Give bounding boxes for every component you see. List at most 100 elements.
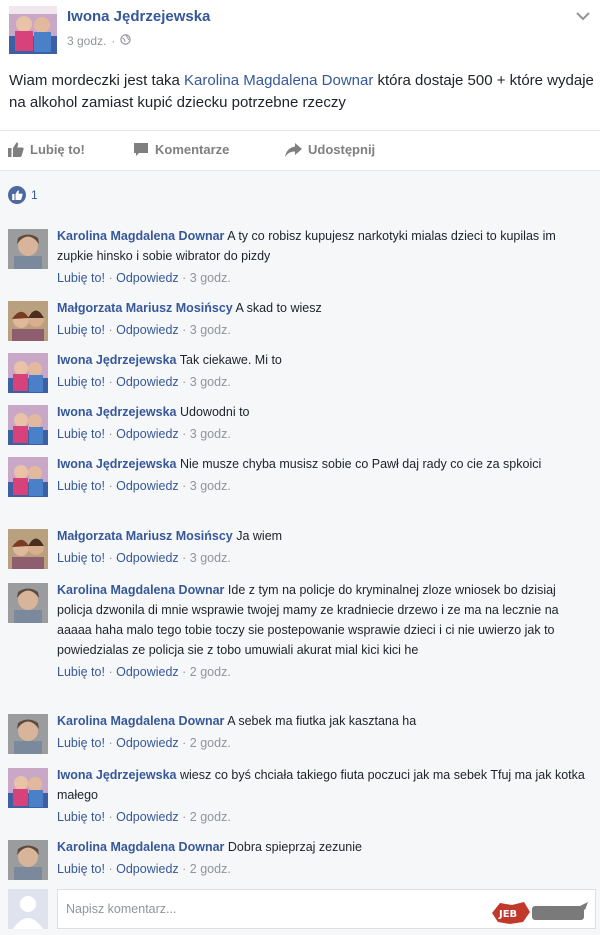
- comment-avatar[interactable]: [8, 457, 48, 497]
- post-time[interactable]: 3 godz.: [67, 34, 106, 48]
- comment-like-link[interactable]: Lubię to!: [57, 271, 105, 285]
- share-button[interactable]: Udostępnij: [285, 142, 375, 157]
- comment-author[interactable]: Iwona Jędrzejewska: [57, 768, 177, 782]
- comment-like-link[interactable]: Lubię to!: [57, 375, 105, 389]
- comment-avatar[interactable]: [8, 353, 48, 393]
- thumbs-up-icon: [8, 142, 24, 157]
- comment-body: Iwona Jędrzejewska Udowodni to Lubię to!…: [57, 402, 587, 444]
- comment-avatar[interactable]: [8, 714, 48, 754]
- comment-reply-link[interactable]: Odpowiedz: [116, 736, 179, 750]
- comment-reply-link[interactable]: Odpowiedz: [116, 810, 179, 824]
- watermark-logo-text: JEB: [498, 909, 517, 920]
- comment-like-link[interactable]: Lubię to!: [57, 810, 105, 824]
- comment-like-link[interactable]: Lubię to!: [57, 323, 105, 337]
- comment-reply-link[interactable]: Odpowiedz: [116, 665, 179, 679]
- like-label: Lubię to!: [30, 142, 85, 157]
- comment-meta: Lubię to! · Odpowiedz · 3 godz.: [57, 551, 231, 565]
- comment-meta: Lubię to! · Odpowiedz · 2 godz.: [57, 810, 231, 824]
- comment-body: Iwona Jędrzejewska Nie musze chyba musis…: [57, 454, 587, 496]
- comment-avatar[interactable]: [8, 529, 48, 569]
- dot-separator: ·: [111, 34, 116, 48]
- comment-avatar[interactable]: [8, 840, 48, 880]
- comment-time[interactable]: 3 godz.: [190, 375, 231, 389]
- comment-text: A skad to wiesz: [235, 301, 322, 315]
- comment-text: Nie musze chyba musisz sobie co Pawł daj…: [180, 457, 542, 471]
- comment-reply-link[interactable]: Odpowiedz: [116, 427, 179, 441]
- comment-text: Udowodni to: [180, 405, 250, 419]
- comment-meta: Lubię to! · Odpowiedz · 3 godz.: [57, 479, 231, 493]
- comment-body: Karolina Magdalena Downar A ty co robisz…: [57, 226, 587, 288]
- comment-meta: Lubię to! · Odpowiedz · 2 godz.: [57, 736, 231, 750]
- comment-time[interactable]: 3 godz.: [190, 479, 231, 493]
- post-options-chevron-icon[interactable]: [576, 8, 590, 21]
- comment-body: Karolina Magdalena Downar Dobra spieprza…: [57, 837, 587, 879]
- comment-time[interactable]: 3 godz.: [190, 271, 231, 285]
- comment-author[interactable]: Iwona Jędrzejewska: [57, 457, 177, 471]
- comment-reply-link[interactable]: Odpowiedz: [116, 479, 179, 493]
- comment-time[interactable]: 2 godz.: [190, 736, 231, 750]
- comment-author[interactable]: Karolina Magdalena Downar: [57, 229, 224, 243]
- comment-time[interactable]: 3 godz.: [190, 551, 231, 565]
- like-button[interactable]: Lubię to!: [8, 142, 85, 157]
- comment-time[interactable]: 3 godz.: [190, 427, 231, 441]
- comment-time[interactable]: 2 godz.: [190, 810, 231, 824]
- comment-meta: Lubię to! · Odpowiedz · 3 godz.: [57, 427, 231, 441]
- comment-avatar[interactable]: [8, 301, 48, 341]
- post-author-name[interactable]: Iwona Jędrzejewska: [67, 8, 210, 25]
- comment-reply-link[interactable]: Odpowiedz: [116, 551, 179, 565]
- comment-reply-link[interactable]: Odpowiedz: [116, 375, 179, 389]
- comment-like-link[interactable]: Lubię to!: [57, 862, 105, 876]
- comment-meta: Lubię to! · Odpowiedz · 2 godz.: [57, 665, 231, 679]
- comment-meta: Lubię to! · Odpowiedz · 3 godz.: [57, 375, 231, 389]
- share-label: Udostępnij: [308, 142, 376, 157]
- like-reaction-icon: [8, 186, 26, 204]
- post: Iwona Jędrzejewska 3 godz. · Wiam mordec…: [0, 0, 600, 157]
- comment-text: Tak ciekawe. Mi to: [179, 353, 282, 367]
- reactions-count: 1: [31, 188, 38, 202]
- post-meta: 3 godz. ·: [67, 34, 132, 48]
- post-header: Iwona Jędrzejewska 3 godz. ·: [0, 0, 600, 62]
- post-mention-link[interactable]: Karolina Magdalena Downar: [184, 72, 373, 89]
- globe-icon[interactable]: [120, 34, 132, 48]
- comment-body: Iwona Jędrzejewska Tak ciekawe. Mi to Lu…: [57, 350, 587, 392]
- comments-section: 1 Karolina Magdalena Downar A ty co robi…: [0, 170, 600, 935]
- comment-author[interactable]: Karolina Magdalena Downar: [57, 714, 224, 728]
- comment-body: Małgorzata Mariusz Mosińscy A skad to wi…: [57, 298, 587, 340]
- comment-text: Ja wiem: [236, 529, 283, 543]
- comment-avatar[interactable]: [8, 768, 48, 808]
- comment-text: A sebek ma fiutka jak kasztana ha: [227, 714, 417, 728]
- comment-author[interactable]: Karolina Magdalena Downar: [57, 840, 224, 854]
- site-watermark: JEB: [490, 900, 590, 926]
- comment-reply-link[interactable]: Odpowiedz: [116, 862, 179, 876]
- comment-like-link[interactable]: Lubię to!: [57, 427, 105, 441]
- comment-author[interactable]: Iwona Jędrzejewska: [57, 353, 177, 367]
- comment-time[interactable]: 2 godz.: [190, 665, 231, 679]
- comment-body: Karolina Magdalena Downar A sebek ma fiu…: [57, 711, 587, 753]
- comment-like-link[interactable]: Lubię to!: [57, 479, 105, 493]
- comment-author[interactable]: Małgorzata Mariusz Mosińscy: [57, 529, 233, 543]
- comment-meta: Lubię to! · Odpowiedz · 2 godz.: [57, 862, 231, 876]
- comment-author[interactable]: Karolina Magdalena Downar: [57, 583, 224, 597]
- post-author-avatar[interactable]: [9, 6, 57, 54]
- comment-author[interactable]: Iwona Jędrzejewska: [57, 405, 177, 419]
- comment-avatar[interactable]: [8, 229, 48, 269]
- comment-reply-link[interactable]: Odpowiedz: [116, 323, 179, 337]
- share-arrow-icon: [285, 142, 302, 157]
- comment-button[interactable]: Komentarze: [133, 142, 229, 157]
- comment-like-link[interactable]: Lubię to!: [57, 551, 105, 565]
- comment-text: Dobra spieprzaj zezunie: [227, 840, 362, 854]
- current-user-avatar: [8, 889, 48, 929]
- comment-time[interactable]: 3 godz.: [190, 323, 231, 337]
- comment-meta: Lubię to! · Odpowiedz · 3 godz.: [57, 323, 231, 337]
- post-actions-bar: Lubię to! Komentarze Udostępnij: [0, 130, 600, 170]
- comment-reply-link[interactable]: Odpowiedz: [116, 271, 179, 285]
- comment-like-link[interactable]: Lubię to!: [57, 665, 105, 679]
- comment-author[interactable]: Małgorzata Mariusz Mosińscy: [57, 301, 233, 315]
- comment-body: Małgorzata Mariusz Mosińscy Ja wiem Lubi…: [57, 526, 587, 568]
- post-text: Wiam mordeczki jest taka Karolina Magdal…: [9, 70, 594, 114]
- comment-avatar[interactable]: [8, 405, 48, 445]
- comment-avatar[interactable]: [8, 583, 48, 623]
- comment-like-link[interactable]: Lubię to!: [57, 736, 105, 750]
- comment-time[interactable]: 2 godz.: [190, 862, 231, 876]
- reactions-summary[interactable]: 1: [8, 186, 38, 204]
